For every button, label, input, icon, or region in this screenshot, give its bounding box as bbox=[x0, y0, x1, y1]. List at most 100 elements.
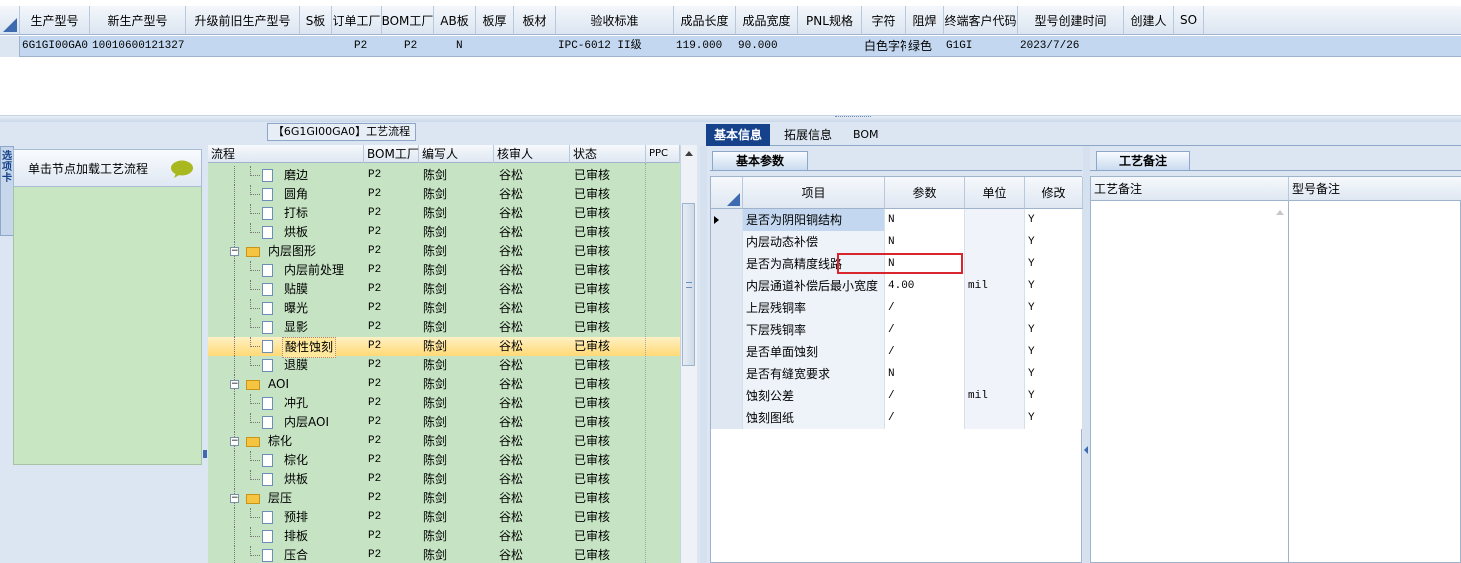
row-indicator[interactable] bbox=[711, 209, 743, 231]
col-new-model[interactable]: 新生产型号 bbox=[90, 6, 186, 35]
col-reviewer[interactable]: 核审人 bbox=[494, 145, 570, 163]
params-corner[interactable] bbox=[711, 177, 743, 209]
node-name[interactable]: 显影 bbox=[282, 318, 310, 337]
param-value[interactable]: N bbox=[885, 363, 965, 385]
tree-row[interactable]: 棕化 P2 陈剑 谷松 已审核 bbox=[208, 451, 680, 470]
param-modify[interactable]: Y bbox=[1025, 297, 1083, 319]
tree-row[interactable]: 预排 P2 陈剑 谷松 已审核 bbox=[208, 508, 680, 527]
col-thickness[interactable]: 板厚 bbox=[476, 6, 514, 35]
node-name[interactable]: 内层前处理 bbox=[282, 261, 346, 280]
col-production-model[interactable]: 生产型号 bbox=[20, 6, 90, 35]
panel-divider[interactable] bbox=[700, 146, 707, 563]
cell-new-model[interactable]: 10010600121327 bbox=[90, 36, 186, 57]
tab-process-remarks[interactable]: 工艺备注 bbox=[1096, 151, 1190, 171]
col-param[interactable]: 参数 bbox=[885, 177, 965, 209]
param-modify[interactable]: Y bbox=[1025, 407, 1083, 429]
node-name[interactable]: AOI bbox=[266, 375, 291, 394]
col-flow[interactable]: 流程 bbox=[208, 145, 364, 163]
col-ab-board[interactable]: AB板 bbox=[434, 6, 476, 35]
node-name[interactable]: 烘板 bbox=[282, 223, 310, 242]
col-ppc[interactable]: PPC bbox=[646, 145, 680, 163]
node-name[interactable]: 内层图形 bbox=[266, 242, 318, 261]
tree-row[interactable]: 退膜 P2 陈剑 谷松 已审核 bbox=[208, 356, 680, 375]
cell-ab-board[interactable]: N bbox=[434, 36, 476, 57]
col-width[interactable]: 成品宽度 bbox=[736, 6, 798, 35]
tree-row[interactable]: − AOI P2 陈剑 谷松 已审核 bbox=[208, 375, 680, 394]
tree-row[interactable]: − 层压 P2 陈剑 谷松 已审核 bbox=[208, 489, 680, 508]
param-value[interactable]: / bbox=[885, 407, 965, 429]
remark-textarea[interactable] bbox=[1091, 201, 1289, 563]
col-solder-mask[interactable]: 阻焊 bbox=[906, 6, 944, 35]
node-name[interactable]: 烘板 bbox=[282, 470, 310, 489]
col-old-model[interactable]: 升级前旧生产型号 bbox=[186, 6, 300, 35]
node-name[interactable]: 圆角 bbox=[282, 185, 310, 204]
row-indicator[interactable] bbox=[711, 407, 743, 429]
side-tab[interactable]: 选项卡 bbox=[0, 146, 14, 236]
cell-thickness[interactable] bbox=[476, 36, 514, 57]
col-process-remark[interactable]: 工艺备注 bbox=[1091, 177, 1289, 201]
col-customer-code[interactable]: 终端客户代码 bbox=[944, 6, 1018, 35]
table-row[interactable]: 蚀刻图纸 / Y bbox=[711, 407, 1083, 429]
cell-create-time[interactable]: 2023/7/26 bbox=[1018, 36, 1124, 57]
param-modify[interactable]: Y bbox=[1025, 341, 1083, 363]
param-modify[interactable]: Y bbox=[1025, 363, 1083, 385]
param-modify[interactable]: Y bbox=[1025, 231, 1083, 253]
node-name[interactable]: 内层AOI bbox=[282, 413, 331, 432]
col-order-factory[interactable]: 订单工厂 bbox=[332, 6, 382, 35]
scroll-up-icon[interactable] bbox=[1274, 207, 1286, 217]
row-indicator[interactable] bbox=[711, 275, 743, 297]
cell-creator[interactable] bbox=[1124, 36, 1174, 57]
cell-length[interactable]: 119.000 bbox=[674, 36, 736, 57]
tree-row[interactable]: − 棕化 P2 陈剑 谷松 已审核 bbox=[208, 432, 680, 451]
collapse-toggle-icon[interactable]: − bbox=[230, 247, 239, 256]
node-name[interactable]: 酸性蚀刻 bbox=[282, 337, 337, 358]
node-name[interactable]: 曝光 bbox=[282, 299, 310, 318]
col-writer[interactable]: 编写人 bbox=[419, 145, 494, 163]
tree-row[interactable]: 压合 P2 陈剑 谷松 已审核 bbox=[208, 546, 680, 563]
table-row[interactable]: 蚀刻公差 / mil Y bbox=[711, 385, 1083, 407]
tab-basic-info[interactable]: 基本信息 bbox=[706, 124, 771, 146]
node-name[interactable]: 压合 bbox=[282, 546, 310, 563]
cell-production-model[interactable]: 6G1GI00GA0 bbox=[20, 36, 90, 57]
col-bom-factory[interactable]: BOM工厂 bbox=[382, 6, 434, 35]
cell-bom-factory[interactable]: P2 bbox=[382, 36, 434, 57]
tree-row[interactable]: 显影 P2 陈剑 谷松 已审核 bbox=[208, 318, 680, 337]
col-unit[interactable]: 单位 bbox=[965, 177, 1025, 209]
tree-row[interactable]: 内层前处理 P2 陈剑 谷松 已审核 bbox=[208, 261, 680, 280]
col-status[interactable]: 状态 bbox=[570, 145, 646, 163]
param-value[interactable]: 4.00 bbox=[885, 275, 965, 297]
param-modify[interactable]: Y bbox=[1025, 275, 1083, 297]
node-name[interactable]: 打标 bbox=[282, 204, 310, 223]
col-material[interactable]: 板材 bbox=[514, 6, 556, 35]
cell-character[interactable]: 白色字符 bbox=[862, 36, 906, 57]
tab-basic-params[interactable]: 基本参数 bbox=[712, 151, 808, 171]
collapse-toggle-icon[interactable]: − bbox=[230, 380, 239, 389]
param-value[interactable]: / bbox=[885, 297, 965, 319]
table-row[interactable]: 内层动态补偿 N Y bbox=[711, 231, 1083, 253]
row-indicator[interactable] bbox=[711, 253, 743, 275]
param-value[interactable]: N bbox=[885, 231, 965, 253]
row-indicator[interactable] bbox=[0, 36, 20, 57]
tab-extended-info[interactable]: 拓展信息 bbox=[776, 124, 840, 146]
tree-row[interactable]: 曝光 P2 陈剑 谷松 已审核 bbox=[208, 299, 680, 318]
param-value[interactable]: / bbox=[885, 341, 965, 363]
cell-order-factory[interactable]: P2 bbox=[332, 36, 382, 57]
param-modify[interactable]: Y bbox=[1025, 209, 1083, 231]
col-create-time[interactable]: 型号创建时间 bbox=[1018, 6, 1124, 35]
cell-width[interactable]: 90.000 bbox=[736, 36, 798, 57]
scroll-up-icon[interactable] bbox=[681, 147, 697, 159]
node-name[interactable]: 退膜 bbox=[282, 356, 310, 375]
collapse-arrow-icon[interactable] bbox=[203, 450, 207, 458]
table-row[interactable]: 是否有缝宽要求 N Y bbox=[711, 363, 1083, 385]
node-name[interactable]: 磨边 bbox=[282, 166, 310, 185]
col-length[interactable]: 成品长度 bbox=[674, 6, 736, 35]
tree-row[interactable]: 贴膜 P2 陈剑 谷松 已审核 bbox=[208, 280, 680, 299]
tree-row[interactable]: 烘板 P2 陈剑 谷松 已审核 bbox=[208, 223, 680, 242]
cell-s-board[interactable] bbox=[300, 36, 332, 57]
tree-row[interactable]: 内层AOI P2 陈剑 谷松 已审核 bbox=[208, 413, 680, 432]
col-acceptance[interactable]: 验收标准 bbox=[556, 6, 674, 35]
col-model-remark[interactable]: 型号备注 bbox=[1289, 177, 1461, 201]
col-character[interactable]: 字符 bbox=[862, 6, 906, 35]
tree-row[interactable]: 磨边 P2 陈剑 谷松 已审核 bbox=[208, 166, 680, 185]
cell-so[interactable] bbox=[1174, 36, 1204, 57]
